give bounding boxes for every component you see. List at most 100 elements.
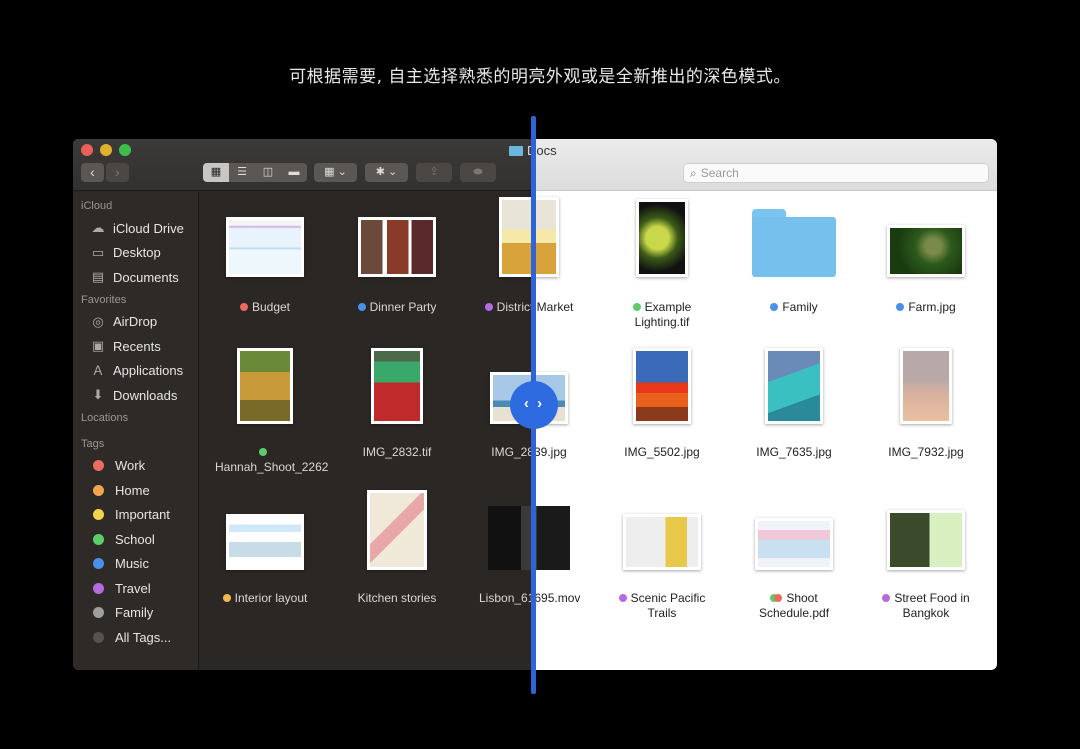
file-name: Family bbox=[729, 300, 859, 315]
file-name: Shoot Schedule.pdf bbox=[758, 591, 830, 620]
file-thumbnail bbox=[623, 514, 701, 570]
tag-dot-icon bbox=[259, 448, 267, 456]
gallery-view-button[interactable]: ▬ bbox=[281, 163, 307, 182]
tag-color-icon bbox=[93, 582, 104, 594]
tag-color-icon bbox=[93, 607, 104, 619]
file-name: IMG_5502.jpg bbox=[624, 445, 700, 459]
file-name: Street Food in Bangkok bbox=[876, 591, 976, 621]
sidebar-tag-item[interactable]: Travel bbox=[73, 576, 198, 601]
column-view-button[interactable]: ◫ bbox=[255, 163, 281, 182]
tag-dot-icon bbox=[239, 303, 248, 311]
tag-dot-icon bbox=[618, 594, 627, 602]
close-button[interactable] bbox=[81, 144, 93, 156]
sidebar-section-header: iCloud bbox=[81, 200, 113, 212]
window-controls bbox=[81, 144, 131, 156]
folder-icon bbox=[509, 145, 523, 156]
search-input[interactable]: ⌕ Search bbox=[683, 163, 989, 183]
sidebar-tag-item[interactable]: Family bbox=[73, 601, 198, 626]
file-grid: BudgetDinner PartyDistrict MarketExample… bbox=[199, 192, 534, 670]
sidebar: iCloud ☁ iCloud Drive ▭ Desktop ▤ Documents Fav… bbox=[73, 192, 199, 670]
file-item[interactable]: IMG_7932.jpg bbox=[861, 192, 991, 670]
file-item[interactable]: Lisbon_61695.mov bbox=[464, 192, 534, 670]
file-item[interactable]: Dinner Party bbox=[332, 192, 462, 670]
sidebar-item[interactable]: ⬇ Downloads bbox=[73, 383, 198, 408]
file-name: Kitchen stories bbox=[357, 591, 437, 605]
sidebar-item[interactable]: ▤ Documents bbox=[73, 265, 198, 290]
file-item[interactable]: Budget bbox=[200, 192, 330, 670]
back-button[interactable]: ‹ bbox=[81, 163, 104, 182]
tag-dot-icon bbox=[774, 594, 783, 602]
sidebar-item[interactable]: ▭ Desktop bbox=[73, 241, 198, 266]
tag-color-icon bbox=[93, 509, 104, 521]
tag-color-icon bbox=[93, 631, 104, 643]
tags-button[interactable]: ⬬ bbox=[460, 163, 496, 182]
sidebar-icon: Ａ bbox=[91, 362, 105, 378]
sidebar-section-header: Favorites bbox=[81, 293, 127, 306]
group-button[interactable]: ▦ ⌄ bbox=[314, 163, 357, 182]
file-thumbnail bbox=[488, 506, 534, 570]
tag-dot-icon bbox=[357, 303, 366, 311]
list-view-button[interactable]: ☰ bbox=[229, 163, 255, 182]
file-name: IMG_7635.jpg bbox=[756, 445, 832, 459]
file-item[interactable]: Scenic Pacific Trails bbox=[597, 192, 727, 670]
sidebar-tag-item[interactable]: Music bbox=[73, 552, 198, 577]
file-item[interactable]: Kitchen stories bbox=[332, 192, 462, 670]
tag-dot-icon bbox=[770, 303, 779, 311]
file-name: IMG_2839.jpg bbox=[491, 445, 534, 459]
sidebar-icon: ◎ bbox=[92, 313, 104, 329]
file-name: Farm.jpg bbox=[861, 300, 991, 315]
icon-view-button[interactable]: ▦ bbox=[203, 163, 229, 182]
tag-color-icon bbox=[93, 460, 104, 472]
sidebar-section-header: Locations bbox=[81, 411, 129, 424]
file-item[interactable]: Hannah_Shoot_2262 bbox=[200, 192, 330, 670]
file-name: IMG_2832.tif bbox=[362, 445, 432, 459]
tag-dot-icon bbox=[896, 303, 905, 311]
action-gear-button[interactable]: ✱ ⌄ bbox=[365, 163, 408, 182]
sidebar-icon: ☁ bbox=[91, 220, 105, 236]
file-name: Scenic Pacific Trails bbox=[612, 591, 712, 621]
sidebar-tag-item[interactable]: Work bbox=[73, 454, 198, 479]
file-thumbnail bbox=[636, 199, 688, 277]
sidebar-item[interactable]: ☁ iCloud Drive bbox=[73, 216, 198, 241]
file-item[interactable]: District Market bbox=[464, 192, 534, 670]
file-name: Example Lighting.tif bbox=[632, 300, 692, 329]
file-item[interactable]: Farm.jpg bbox=[861, 192, 991, 670]
nav-buttons: ‹ › bbox=[81, 163, 129, 182]
compare-handle[interactable]: ‹ › bbox=[510, 381, 558, 429]
file-item[interactable]: IMG_7635.jpg bbox=[729, 192, 859, 670]
file-name: Budget bbox=[200, 300, 330, 315]
file-item[interactable]: Family bbox=[729, 192, 859, 670]
sidebar-icon: ▣ bbox=[91, 338, 105, 354]
sidebar-tag-item[interactable]: School bbox=[73, 527, 198, 552]
sidebar-item[interactable]: ◎ AirDrop bbox=[73, 310, 198, 335]
file-thumbnail bbox=[226, 217, 304, 277]
file-item[interactable]: Interior layout bbox=[200, 192, 330, 670]
file-item[interactable]: IMG_5502.jpg bbox=[597, 192, 727, 670]
forward-button[interactable]: › bbox=[106, 163, 129, 182]
share-button[interactable]: ⇪ bbox=[416, 163, 452, 182]
sidebar-item[interactable]: ▣ Recents bbox=[73, 334, 198, 359]
file-item[interactable]: Street Food in Bangkok bbox=[861, 192, 991, 670]
minimize-button[interactable] bbox=[100, 144, 112, 156]
file-name: Dinner Party bbox=[332, 300, 462, 315]
file-thumbnail bbox=[887, 510, 965, 570]
sidebar-tag-item[interactable]: All Tags... bbox=[73, 625, 198, 650]
tag-color-icon bbox=[93, 484, 104, 496]
sidebar-icon: ⬇ bbox=[92, 387, 104, 403]
file-item[interactable]: Shoot Schedule.pdf bbox=[729, 192, 859, 670]
file-thumbnail bbox=[900, 348, 952, 424]
file-thumbnail bbox=[371, 348, 423, 424]
sidebar-tag-item[interactable]: Important bbox=[73, 503, 198, 528]
caption: 可根据需要, 自主选择熟悉的明亮外观或是全新推出的深色模式。 bbox=[289, 67, 791, 87]
zoom-button[interactable] bbox=[119, 144, 131, 156]
file-item[interactable]: IMG_2832.tif bbox=[332, 192, 462, 670]
file-item[interactable]: Example Lighting.tif bbox=[597, 192, 727, 670]
file-name: Hannah_Shoot_2262 bbox=[215, 445, 328, 475]
file-name: Interior layout bbox=[200, 591, 330, 606]
search-icon: ⌕ bbox=[690, 166, 697, 180]
sidebar-tag-item[interactable]: Home bbox=[73, 478, 198, 503]
sidebar-item[interactable]: Ａ Applications bbox=[73, 359, 198, 384]
file-thumbnail bbox=[226, 514, 304, 570]
tag-color-icon bbox=[93, 558, 104, 570]
file-item[interactable]: IMG_2839.jpg bbox=[464, 192, 534, 670]
